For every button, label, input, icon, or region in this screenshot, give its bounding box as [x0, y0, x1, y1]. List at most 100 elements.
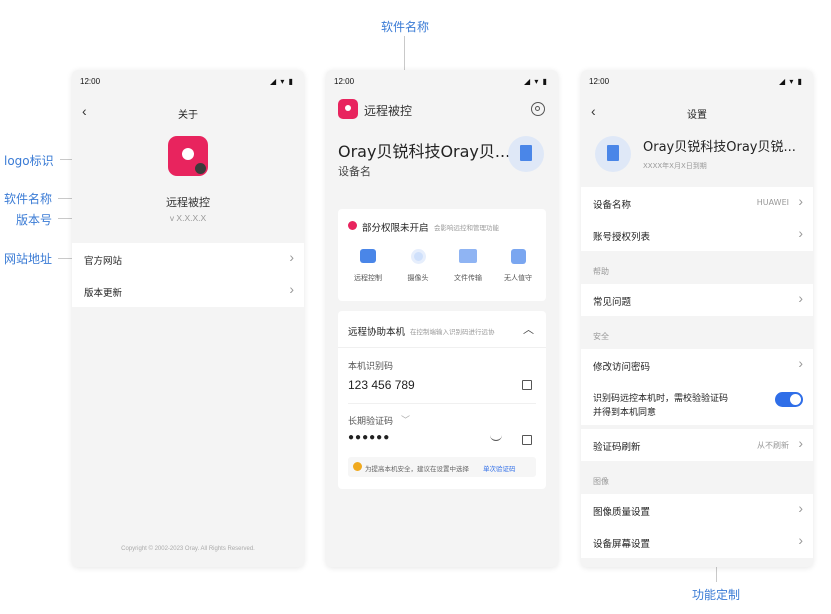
feature-unattended[interactable]: 无人值守 — [498, 249, 538, 283]
row-change-password[interactable]: 修改访问密码 › — [581, 349, 813, 381]
status-time: 12:00 — [80, 77, 101, 86]
device-label: 设备名 — [338, 165, 371, 178]
row-label: 官方网站 — [84, 256, 123, 267]
row-label: 图像质量设置 — [593, 507, 651, 518]
chevron-right-icon: › — [798, 225, 803, 241]
section-security: 安全 — [593, 332, 609, 341]
row-label-line1: 识别码远控本机时，需校验验证码 — [593, 394, 729, 404]
row-value: 从不刷新 — [757, 441, 789, 450]
row-device-name[interactable]: 设备名称 HUAWEI › — [581, 187, 813, 219]
camera-icon — [410, 249, 426, 264]
feature-label: 无人值守 — [504, 274, 532, 282]
row-label: 修改访问密码 — [593, 362, 651, 373]
company-name: Oray贝锐科技Oray贝锐... — [643, 140, 796, 155]
tip-bar: 为提高本机安全，建议在设置中选择 单次验证码 — [348, 457, 536, 477]
unattended-icon — [510, 249, 526, 264]
permission-title: 部分权限未开启 — [362, 223, 429, 234]
annotation-top-app-name: 软件名称 — [381, 20, 430, 34]
row-image-quality[interactable]: 图像质量设置 › — [581, 494, 813, 526]
permission-card: 部分权限未开启 会影响远控和管理功能 远程控制 摄像头 文件传输 无人值守 — [338, 209, 546, 301]
page-title: 设置 — [687, 110, 707, 121]
chevron-right-icon: › — [798, 435, 803, 451]
row-faq[interactable]: 常见问题 › — [581, 284, 813, 316]
feature-camera[interactable]: 摄像头 — [398, 249, 438, 283]
annotation-bottom-feature: 功能定制 — [692, 588, 741, 602]
row-device-screen[interactable]: 设备屏幕设置 › — [581, 526, 813, 558]
annotation-logo: logo标识 — [4, 154, 54, 168]
warning-icon — [348, 221, 357, 230]
assist-sub: 在控制端输入识别码进行远协 — [410, 328, 495, 336]
row-version-update[interactable]: 版本更新 › — [72, 275, 304, 307]
device-avatar — [595, 136, 631, 172]
permission-sub: 会影响远控和管理功能 — [434, 224, 499, 232]
status-time: 12:00 — [334, 77, 355, 86]
expire-date: XXXX年X月X日到期 — [643, 162, 707, 170]
copyright: Copyright © 2002-2023 Oray. All Rights R… — [121, 546, 255, 552]
status-icons: ◢ ▾ ▮ — [778, 77, 803, 86]
tip-link[interactable]: 单次验证码 — [483, 463, 516, 473]
copy-icon[interactable] — [522, 380, 532, 390]
status-bar: 12:00 ◢ ▾ ▮ — [72, 70, 304, 94]
annotation-version: 版本号 — [16, 213, 53, 227]
device-avatar — [508, 136, 544, 172]
remote-control-icon — [360, 249, 376, 263]
remote-assist-card: 远程协助本机 在控制端输入识别码进行远协 ︿ 本机识别码 123 456 789… — [338, 311, 546, 489]
row-label: 设备名称 — [593, 200, 632, 211]
about-screen: 12:00 ◢ ▾ ▮ ‹ 关于 远程被控 v X.X.X.X 官方网站 › 版… — [72, 70, 304, 567]
status-icons: ◢ ▾ ▮ — [269, 77, 294, 86]
feature-file-transfer[interactable]: 文件传输 — [448, 249, 488, 283]
gear-center — [535, 106, 540, 111]
company-name: Oray贝锐科技Oray贝... — [338, 142, 511, 161]
chevron-right-icon: › — [798, 500, 803, 516]
chevron-right-icon: › — [798, 193, 803, 209]
row-label: 账号授权列表 — [593, 232, 651, 243]
eye-closed-icon[interactable] — [490, 435, 502, 441]
app-name: 远程被控 — [166, 196, 210, 209]
settings-gear-icon[interactable] — [531, 102, 545, 116]
verify-toggle-switch[interactable] — [775, 392, 803, 407]
row-account-auth[interactable]: 账号授权列表 › — [581, 219, 813, 251]
edit-icon[interactable] — [522, 435, 532, 445]
chevron-down-icon[interactable]: ﹀ — [401, 413, 410, 426]
divider — [338, 347, 546, 348]
file-transfer-icon — [459, 249, 477, 263]
password-label: 长期验证码 — [348, 417, 394, 427]
password-value: ●●●●●● — [348, 432, 391, 443]
row-label: 版本更新 — [84, 288, 123, 299]
annotation-app-name: 软件名称 — [4, 192, 53, 206]
app-logo — [168, 136, 208, 176]
logo-mark — [182, 148, 194, 160]
row-label: 设备屏幕设置 — [593, 539, 651, 550]
row-label-line2: 并得到本机同意 — [593, 408, 657, 418]
feature-remote-control[interactable]: 远程控制 — [348, 249, 388, 283]
status-bar: 12:00 ◢ ▾ ▮ — [326, 70, 558, 94]
app-version: v X.X.X.X — [169, 213, 207, 223]
settings-screen: 12:00 ◢ ▾ ▮ ‹ 设置 Oray贝锐科技Oray贝锐... XXXX年… — [581, 70, 813, 567]
status-icons: ◢ ▾ ▮ — [523, 77, 548, 86]
code-value: 123 456 789 — [348, 378, 415, 392]
app-logo-small — [338, 99, 358, 119]
chevron-right-icon: › — [289, 281, 294, 297]
annotation-website: 网站地址 — [4, 252, 53, 266]
chevron-right-icon: › — [798, 290, 803, 306]
app-name: 远程被控 — [364, 104, 413, 118]
feature-label: 远程控制 — [354, 274, 382, 282]
building-icon — [520, 145, 532, 161]
info-icon — [353, 462, 362, 471]
page-title: 关于 — [178, 110, 198, 121]
logo-corner-badge — [195, 163, 206, 174]
row-verify-toggle: 识别码远控本机时，需校验验证码 并得到本机同意 — [581, 381, 813, 425]
row-official-website[interactable]: 官方网站 › — [72, 243, 304, 275]
row-label: 验证码刷新 — [593, 442, 641, 453]
feature-label: 摄像头 — [407, 274, 429, 282]
status-time: 12:00 — [589, 77, 610, 86]
chevron-right-icon: › — [798, 532, 803, 548]
feature-label: 文件传输 — [454, 274, 482, 282]
chevron-right-icon: › — [289, 249, 294, 265]
row-code-refresh[interactable]: 验证码刷新 从不刷新 › — [581, 429, 813, 461]
building-icon — [607, 145, 619, 161]
chevron-up-icon[interactable]: ︿ — [523, 321, 534, 337]
row-value: HUAWEI — [756, 198, 789, 207]
home-screen: 12:00 ◢ ▾ ▮ 远程被控 Oray贝锐科技Oray贝... 设备名 部分… — [326, 70, 558, 567]
status-bar: 12:00 ◢ ▾ ▮ — [581, 70, 813, 94]
